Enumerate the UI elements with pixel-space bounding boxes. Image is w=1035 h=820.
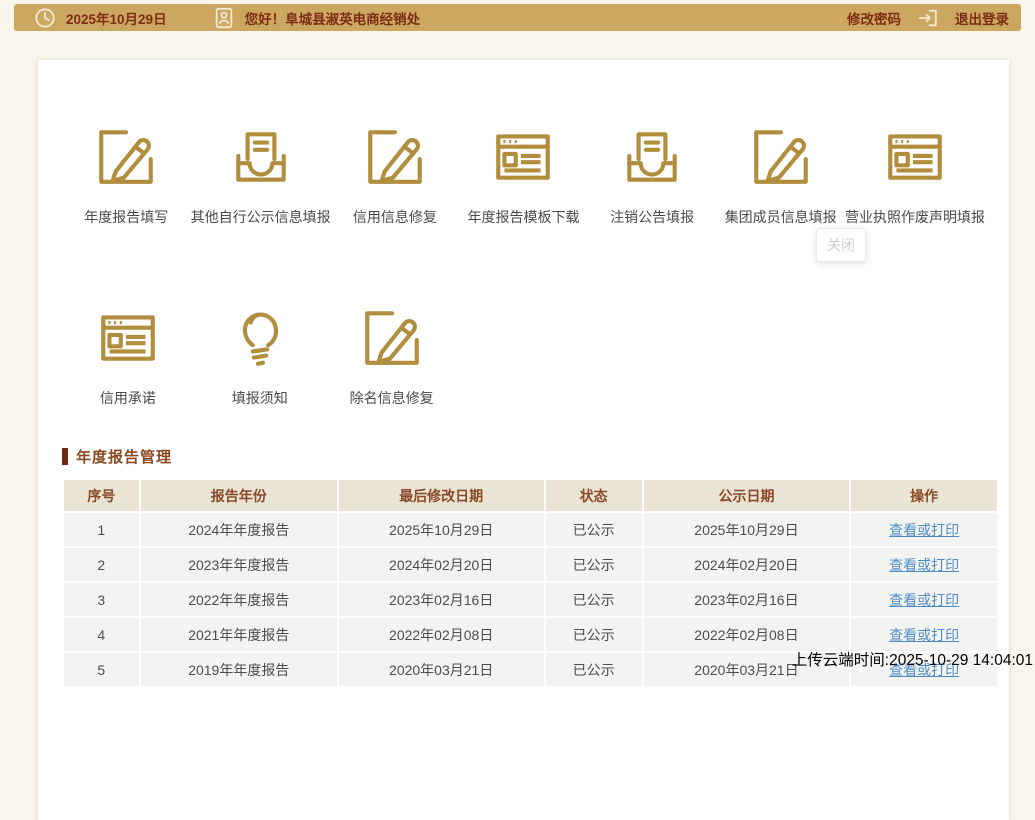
tile-label: 填报须知	[231, 390, 288, 406]
tile-label: 信用信息修复	[352, 209, 437, 225]
cell-last-modified: 2025年10月29日	[336, 511, 546, 548]
tile-report-template-download[interactable]: 年度报告模板下载	[459, 124, 588, 227]
section-title-text: 年度报告管理	[76, 449, 173, 466]
view-or-print-link[interactable]: 查看或打印	[889, 592, 959, 608]
cell-status: 已公示	[543, 651, 644, 688]
form-icon	[881, 124, 949, 190]
cell-status: 已公示	[543, 511, 644, 548]
tile-label: 其他自行公示信息填报	[190, 209, 331, 225]
cell-report-year: 2021年年度报告	[138, 616, 339, 653]
table-header-row: 序号 报告年份 最后修改日期 状态 公示日期 操作	[62, 478, 999, 513]
tile-removal-info-repair[interactable]: 除名信息修复	[326, 305, 458, 408]
form-icon	[489, 124, 557, 190]
view-or-print-link[interactable]: 查看或打印	[889, 627, 959, 643]
cell-last-modified: 2022年02月08日	[336, 616, 546, 653]
tile-label: 年度报告模板下载	[467, 209, 580, 225]
tile-label: 信用承诺	[99, 390, 156, 406]
edit-icon	[747, 124, 815, 190]
tile-cancellation-notice[interactable]: 注销公告填报	[588, 124, 717, 227]
tiles-row-2: 信用承诺 填报须知 除名信息修复	[62, 305, 985, 408]
close-tooltip-button[interactable]: 关闭	[816, 228, 866, 262]
user-badge-icon	[213, 7, 235, 29]
cell-report-year: 2023年年度报告	[138, 546, 339, 583]
table-row: 2 2023年年度报告 2024年02月20日 已公示 2024年02月20日 …	[62, 546, 999, 583]
edit-icon	[358, 305, 426, 371]
clock-icon	[34, 7, 56, 29]
col-header-action: 操作	[849, 478, 999, 513]
bulb-icon	[226, 305, 294, 371]
cell-status: 已公示	[543, 616, 644, 653]
tile-label: 除名信息修复	[349, 390, 434, 406]
form-icon	[94, 305, 162, 371]
tile-other-public-info[interactable]: 其他自行公示信息填报	[191, 124, 331, 227]
section-accent-bar	[62, 448, 68, 465]
edit-icon	[92, 124, 160, 190]
cell-status: 已公示	[543, 581, 644, 618]
topbar: 2025年10月29日 您好！阜城县淑英电商经销处 修改密码 退出登录	[14, 4, 1021, 31]
cell-last-modified: 2023年02月16日	[336, 581, 546, 618]
cell-publish-date: 2025年10月29日	[641, 511, 852, 548]
logout-icon	[917, 7, 939, 29]
table-row: 3 2022年年度报告 2023年02月16日 已公示 2023年02月16日 …	[62, 581, 999, 618]
col-header-publish-date: 公示日期	[641, 478, 852, 513]
col-header-status: 状态	[543, 478, 644, 513]
tile-label: 营业执照作废声明填报	[845, 209, 985, 225]
topbar-date: 2025年10月29日	[66, 11, 167, 27]
tile-label: 注销公告填报	[610, 209, 695, 225]
tile-credit-info-repair[interactable]: 信用信息修复	[331, 124, 460, 227]
upload-time-watermark: 上传云端时间:2025-10-29 14:04:01	[791, 652, 1033, 669]
edit-icon	[361, 124, 429, 190]
cell-report-year: 2019年年度报告	[138, 651, 339, 688]
col-header-report-year: 报告年份	[138, 478, 339, 513]
cell-status: 已公示	[543, 546, 644, 583]
cell-index: 2	[62, 546, 141, 583]
cell-last-modified: 2024年02月20日	[336, 546, 546, 583]
main-card: 年度报告填写 其他自行公示信息填报 信用信息修复 年度报告模板下载 注销公告填报…	[38, 60, 1009, 820]
tile-license-void-declaration[interactable]: 营业执照作废声明填报	[845, 124, 985, 227]
logout-link[interactable]: 退出登录	[955, 8, 1009, 28]
cell-publish-date: 2023年02月16日	[641, 581, 852, 618]
table-row: 4 2021年年度报告 2022年02月08日 已公示 2022年02月08日 …	[62, 616, 999, 653]
cell-publish-date: 2022年02月08日	[641, 616, 852, 653]
change-password-link[interactable]: 修改密码	[847, 8, 901, 28]
tiles-row-1: 年度报告填写 其他自行公示信息填报 信用信息修复 年度报告模板下载 注销公告填报…	[62, 124, 985, 227]
cell-index: 5	[62, 651, 141, 688]
table-row: 1 2024年年度报告 2025年10月29日 已公示 2025年10月29日 …	[62, 511, 999, 548]
cell-index: 4	[62, 616, 141, 653]
col-header-index: 序号	[62, 478, 141, 513]
col-header-last-modified: 最后修改日期	[336, 478, 546, 513]
cell-report-year: 2022年年度报告	[138, 581, 339, 618]
cell-index: 3	[62, 581, 141, 618]
inbox-icon	[227, 124, 295, 190]
tile-annual-report-fill[interactable]: 年度报告填写	[62, 124, 191, 227]
cell-last-modified: 2020年03月21日	[336, 651, 546, 688]
tile-filing-instructions[interactable]: 填报须知	[194, 305, 326, 408]
tile-label: 集团成员信息填报	[724, 209, 837, 225]
cell-publish-date: 2024年02月20日	[641, 546, 852, 583]
section-title-annual-report-mgmt: 年度报告管理	[62, 446, 985, 467]
tile-group-member-info[interactable]: 集团成员信息填报	[716, 124, 845, 227]
tile-credit-commitment[interactable]: 信用承诺	[62, 305, 194, 408]
view-or-print-link[interactable]: 查看或打印	[889, 522, 959, 538]
topbar-greeting: 您好！阜城县淑英电商经销处	[244, 11, 421, 27]
cell-report-year: 2024年年度报告	[138, 511, 339, 548]
cell-index: 1	[62, 511, 141, 548]
inbox-icon	[618, 124, 686, 190]
tile-label: 年度报告填写	[84, 209, 169, 225]
view-or-print-link[interactable]: 查看或打印	[889, 557, 959, 573]
